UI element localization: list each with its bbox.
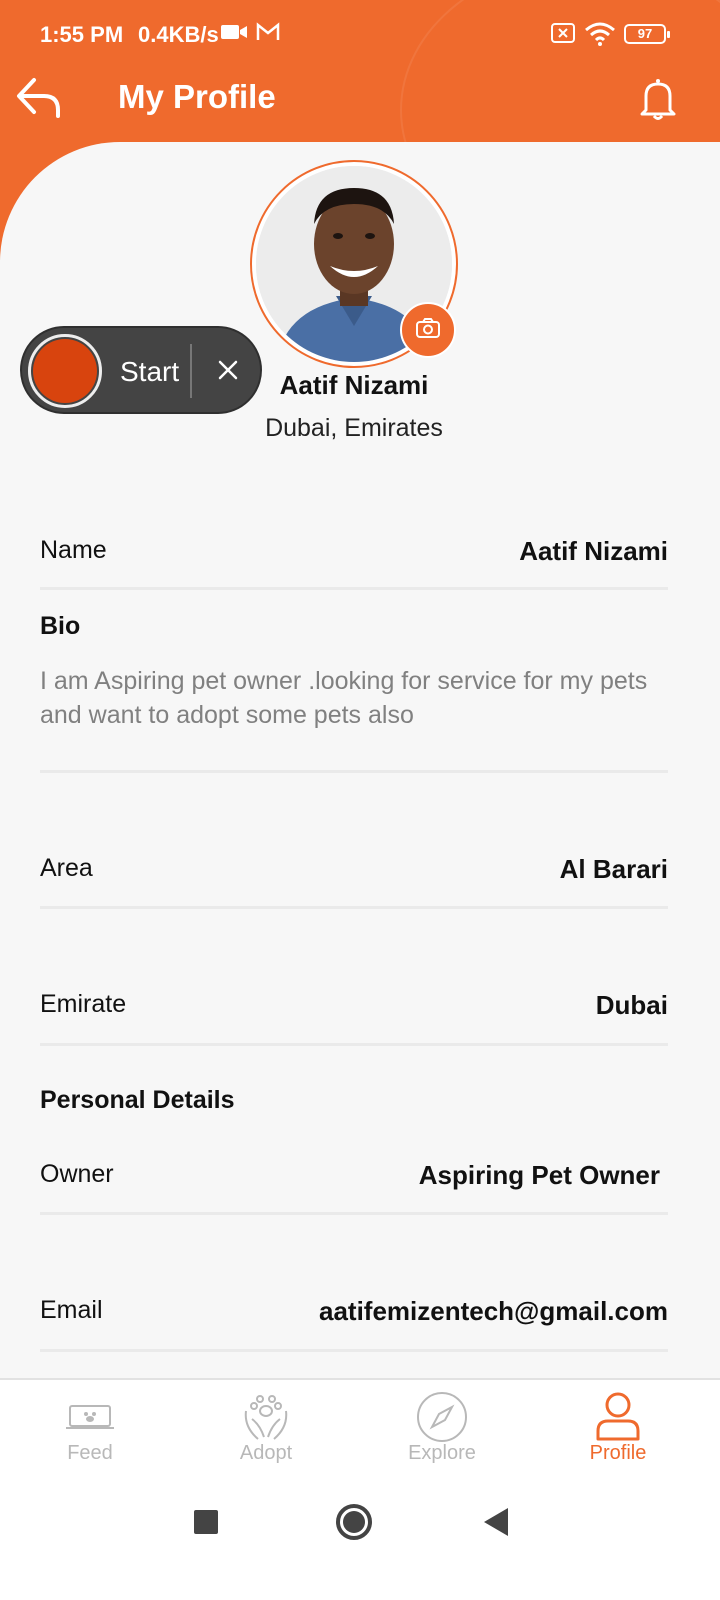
back-button[interactable] [14, 74, 66, 122]
page-title: My Profile [118, 78, 276, 115]
personal-details-heading: Personal Details [40, 1086, 235, 1114]
status-network-speed: 0.4KB/s [138, 22, 219, 47]
email-label: Email [40, 1296, 103, 1324]
gmail-icon [256, 22, 280, 48]
nav-item-adopt[interactable]: Adopt [176, 1380, 356, 1476]
nav-label-profile: Profile [589, 1442, 647, 1464]
bottom-navigation: Feed Adopt Explore Profile [0, 1378, 720, 1474]
area-row[interactable]: Area Al Barari [40, 848, 668, 909]
recorder-start-label[interactable]: Start [120, 356, 179, 388]
name-value: Aatif Nizami [519, 536, 668, 566]
screen-recorder-widget[interactable]: Start [20, 326, 262, 414]
wifi-icon [584, 22, 616, 52]
video-icon [220, 22, 248, 48]
email-value: aatifemizentech@gmail.com [318, 1296, 668, 1326]
nav-item-feed[interactable]: Feed [0, 1380, 180, 1476]
status-time: 1:55 PM [40, 22, 124, 47]
recents-button[interactable] [194, 1510, 218, 1534]
recorder-close-button[interactable] [208, 352, 248, 392]
nav-item-profile[interactable]: Profile [528, 1380, 708, 1476]
adopt-icon [176, 1390, 356, 1444]
nav-label-feed: Feed [67, 1442, 113, 1464]
divider [190, 344, 192, 398]
profile-location: Dubai, Emirates [265, 414, 443, 442]
nav-label-explore: Explore [408, 1442, 476, 1464]
system-back-button[interactable] [484, 1508, 508, 1536]
feed-icon [0, 1390, 180, 1444]
name-label: Name [40, 536, 107, 564]
back-arrow-icon [14, 78, 66, 126]
close-icon [217, 359, 239, 386]
record-icon [33, 339, 97, 403]
nav-item-explore[interactable]: Explore [352, 1380, 532, 1476]
battery-icon: 97 [624, 24, 670, 44]
system-navigation-bar [0, 1474, 720, 1600]
sim-off-icon [550, 22, 576, 50]
email-row[interactable]: Email aatifemizentech@gmail.com [40, 1292, 668, 1352]
record-button[interactable] [28, 334, 102, 408]
notifications-button[interactable] [638, 76, 678, 122]
bio-text[interactable]: I am Aspiring pet owner .looking for ser… [40, 664, 660, 732]
camera-icon [415, 317, 441, 344]
area-label: Area [40, 854, 93, 882]
profile-icon [528, 1390, 708, 1444]
name-row[interactable]: Name Aatif Nizami [40, 530, 668, 590]
bell-icon [638, 79, 678, 126]
owner-value: Aspiring Pet Owner [418, 1160, 660, 1190]
owner-label: Owner [40, 1160, 114, 1188]
emirate-row[interactable]: Emirate Dubai [40, 986, 668, 1046]
avatar-container [250, 160, 458, 368]
home-button[interactable] [336, 1504, 372, 1540]
emirate-value: Dubai [595, 990, 668, 1020]
owner-row[interactable]: Owner Aspiring Pet Owner [40, 1154, 668, 1215]
nav-label-adopt: Adopt [239, 1442, 293, 1464]
area-value: Al Barari [559, 854, 668, 884]
bio-divider [40, 740, 668, 773]
bio-label: Bio [40, 612, 81, 640]
change-photo-button[interactable] [400, 302, 456, 358]
status-bar: 1:55 PM 0.4KB/s 97 [0, 0, 720, 68]
compass-icon [352, 1390, 532, 1444]
emirate-label: Emirate [40, 990, 127, 1018]
